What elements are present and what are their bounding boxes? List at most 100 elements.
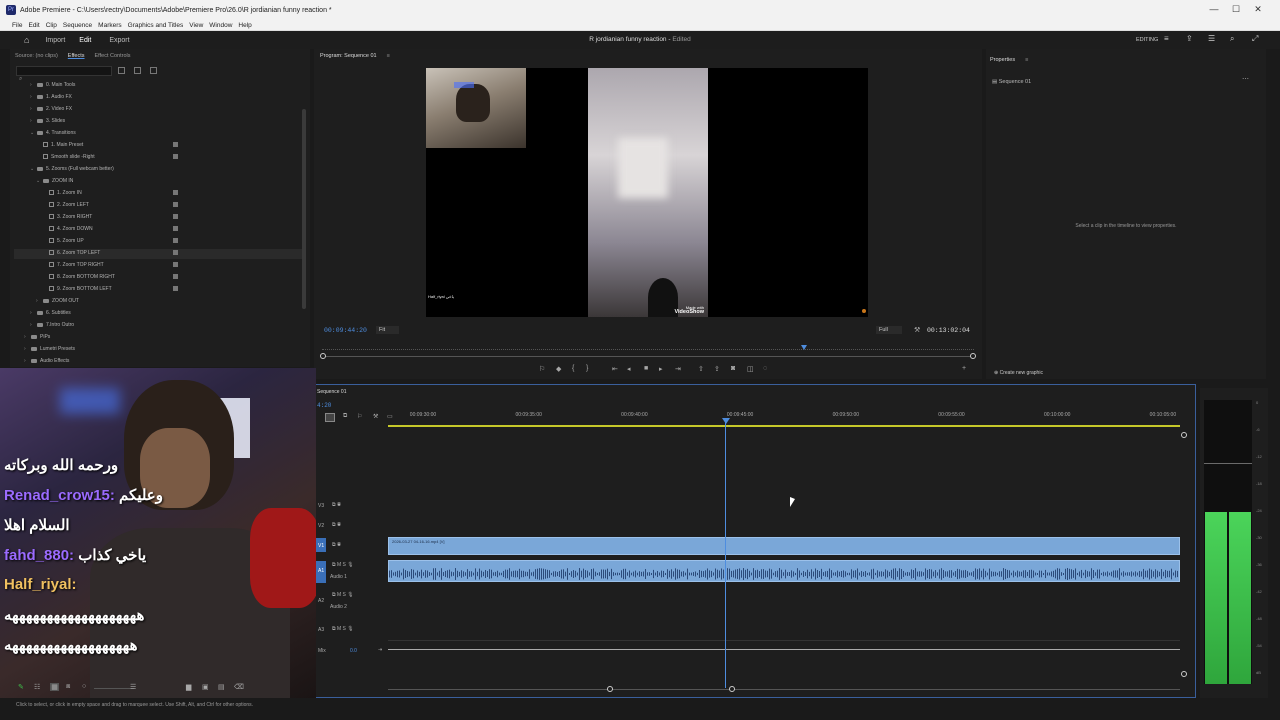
effects-tree-item[interactable]: ⌄ ZOOM IN (36, 178, 300, 184)
effects-tree-item[interactable]: › Audio Effects (24, 358, 300, 364)
lift-icon[interactable]: ⇧ (698, 365, 704, 373)
timeline-playhead[interactable] (725, 420, 726, 688)
vscroll-handle-top[interactable] (1181, 432, 1187, 438)
track-a1-label[interactable]: A1 (318, 568, 324, 574)
snap-icon[interactable] (325, 413, 335, 422)
tab-edit[interactable]: Edit (79, 37, 91, 44)
chevron-right-icon[interactable]: › (36, 298, 43, 304)
track-v2-toggle-icon[interactable]: ⧉ ◉ (332, 522, 341, 528)
create-graphic-button[interactable]: ⊕ Create new graphic (994, 370, 1043, 376)
menu-sequence[interactable]: Sequence (63, 22, 92, 29)
export-frame-icon[interactable]: ◙ (731, 365, 735, 372)
chevron-down-icon[interactable]: ⌄ (30, 166, 37, 172)
button-editor-icon[interactable]: + (962, 365, 966, 372)
chevron-right-icon[interactable]: › (30, 322, 37, 328)
go-to-out-icon[interactable]: ⇥ (675, 365, 681, 373)
wrench-icon[interactable]: ⚒ (914, 326, 920, 334)
effects-tree-item[interactable]: 7. Zoom TOP RIGHT (42, 262, 300, 268)
chevron-down-icon[interactable]: ⌄ (30, 130, 37, 136)
chevron-right-icon[interactable]: › (30, 82, 37, 88)
close-button[interactable]: ✕ (1248, 4, 1268, 15)
wrench-icon[interactable]: ⚒ (373, 413, 378, 420)
menu-view[interactable]: View (189, 22, 203, 29)
effects-scrollbar[interactable] (302, 109, 306, 309)
fullscreen-icon[interactable]: ⤢ (1252, 34, 1258, 44)
trash-icon[interactable]: ⌫ (234, 683, 244, 691)
track-v2-label[interactable]: V2 (318, 523, 324, 529)
linked-selection-icon[interactable]: ⧉ (343, 413, 347, 420)
tab-import[interactable]: Import (45, 37, 65, 44)
effects-tree-item[interactable]: › 7.Intro Outro (30, 322, 300, 328)
menu-clip[interactable]: Clip (46, 22, 57, 29)
effects-tree-item[interactable]: › 6. Subtitles (30, 310, 300, 316)
fit-dropdown[interactable]: Fit (376, 326, 400, 334)
effects-tree-item[interactable]: › PiPs (24, 334, 300, 340)
search-icon[interactable]: ⌕ (1230, 34, 1234, 44)
mix-value[interactable]: 0.0 (350, 648, 357, 654)
menu-edit[interactable]: Edit (28, 22, 39, 29)
effects-tree-item[interactable]: 3. Zoom RIGHT (42, 214, 300, 220)
video-clip-v1[interactable]: 2026-03-27 04-16-16.mp4 [V] (388, 537, 1180, 555)
timeline-timecode[interactable]: 4:20 (317, 402, 331, 409)
zoom-slider[interactable] (94, 688, 134, 689)
work-area-bar[interactable] (388, 425, 1180, 427)
zoom-slider-icon[interactable]: ○ (82, 683, 86, 690)
comparison-view-icon[interactable]: ◫ (747, 365, 754, 373)
mark-out-bracket-icon[interactable]: } (586, 365, 588, 372)
timeline-playhead-head[interactable] (722, 418, 730, 424)
stop-icon[interactable]: ■ (644, 365, 648, 372)
audio-clip-a1[interactable] (388, 560, 1180, 582)
chevron-right-icon[interactable]: › (24, 334, 31, 340)
menu-file[interactable]: File (12, 22, 22, 29)
pen-tool-icon[interactable]: ✎ (18, 683, 24, 691)
mix-nav-icon[interactable]: ⇥ (378, 647, 382, 653)
effects-tree-item[interactable]: › ZOOM OUT (36, 298, 300, 304)
maximize-button[interactable]: ☐ (1226, 4, 1246, 15)
vr-icon[interactable]: ◌ (763, 365, 767, 372)
track-a3-label[interactable]: A3 (318, 627, 324, 633)
track-a3-controls-icon[interactable]: ⧉ M S 🎙 (332, 626, 354, 632)
step-forward-icon[interactable]: ▸ (659, 365, 663, 373)
effects-tree-item[interactable]: 2. Zoom LEFT (42, 202, 300, 208)
captions-icon[interactable]: ▭ (387, 413, 393, 420)
mark-in-icon[interactable]: ◆ (556, 365, 561, 373)
effects-tree-item[interactable]: › 3. Slides (30, 118, 300, 124)
chevron-right-icon[interactable]: › (24, 346, 31, 352)
timeline-sequence-tab[interactable]: Sequence 01 (317, 389, 346, 395)
effects-tree-item[interactable]: 6. Zoom TOP LEFT (42, 250, 300, 256)
menu-graphics[interactable]: Graphics and Titles (128, 22, 184, 29)
go-to-in-icon[interactable]: ⇤ (612, 365, 618, 373)
menu-lines-icon[interactable]: ☰ (1208, 34, 1215, 43)
sort-icon[interactable]: ☰ (130, 683, 136, 691)
menu-window[interactable]: Window (209, 22, 232, 29)
track-a2-label[interactable]: A2 (318, 598, 324, 604)
effects-tree-item[interactable]: 5. Zoom UP (42, 238, 300, 244)
track-v1-toggle-icon[interactable]: ⧉ ◉ (332, 542, 341, 548)
mark-in-bracket-icon[interactable]: { (572, 365, 574, 372)
add-marker-icon[interactable]: ⚐ (539, 365, 545, 373)
quality-dropdown[interactable]: Full (876, 326, 902, 334)
panel-menu-icon[interactable]: ≡ (1025, 57, 1028, 63)
freeform-view-icon[interactable]: ⧈ (66, 683, 70, 691)
home-icon[interactable]: ⌂ (24, 35, 29, 45)
new-item-icon[interactable]: ▣ (202, 683, 209, 691)
effects-tree-item[interactable]: 8. Zoom BOTTOM RIGHT (42, 274, 300, 280)
panel-menu-icon[interactable]: ≡ (387, 53, 390, 59)
track-v3-toggle-icon[interactable]: ⧉ ◉ (332, 502, 341, 508)
track-v3-label[interactable]: V3 (318, 503, 324, 509)
effects-tree-item[interactable]: Smooth slide -Right (36, 154, 300, 160)
effects-tree-item[interactable]: 9. Zoom BOTTOM LEFT (42, 286, 300, 292)
effects-tree-item[interactable]: 1. Zoom IN (42, 190, 300, 196)
more-options-icon[interactable]: ⋯ (1242, 75, 1249, 83)
chevron-right-icon[interactable]: › (30, 94, 37, 100)
video-frame[interactable]: Made with VideoShow Half_riyal ياخي (426, 68, 868, 317)
workspace-icon[interactable]: ≡ (1164, 34, 1169, 43)
list-view-icon[interactable]: ☷ (34, 683, 40, 691)
effects-tree-item[interactable]: 4. Zoom DOWN (42, 226, 300, 232)
share-icon[interactable]: ⇪ (1186, 34, 1193, 43)
chevron-right-icon[interactable]: › (30, 310, 37, 316)
vscroll-handle-bottom[interactable] (1181, 671, 1187, 677)
timeline-zoom-handle-left[interactable] (607, 686, 613, 692)
timeline-vertical-scroll[interactable] (1181, 432, 1187, 677)
program-scrub-bar[interactable] (320, 345, 976, 359)
